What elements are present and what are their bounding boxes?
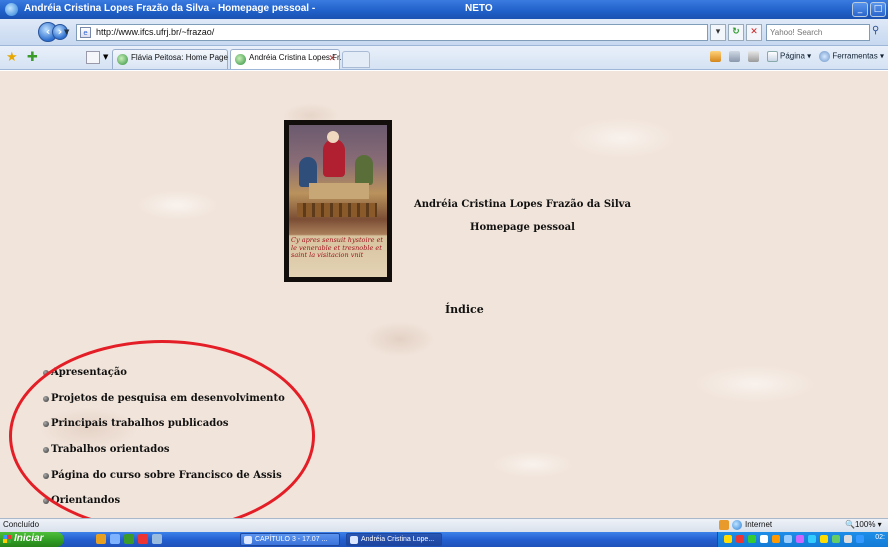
globe-icon — [732, 520, 742, 530]
tray-icon[interactable] — [772, 535, 780, 543]
zoom-level[interactable]: 🔍100% ▾ — [845, 520, 882, 529]
taskbar-item-browser[interactable]: Andréia Cristina Lope... — [346, 533, 442, 546]
ie-logo-icon — [5, 3, 18, 16]
page-menu[interactable]: Página ▾ — [766, 51, 811, 62]
page-owner-name: Andréia Cristina Lopes Frazão da Silva — [414, 199, 631, 210]
tray-icon[interactable] — [844, 535, 852, 543]
window-title-bar: Andréia Cristina Lopes Frazão da Silva -… — [0, 0, 888, 19]
close-tab-icon[interactable]: ✕ — [328, 53, 336, 64]
favorites-star-icon[interactable]: ★ — [6, 50, 18, 65]
tray-icon[interactable] — [796, 535, 804, 543]
tab-label: Flávia Peitosa: Home Page P... — [131, 53, 242, 62]
address-dropdown-icon[interactable]: ▾ — [710, 24, 726, 41]
tray-icon[interactable] — [832, 535, 840, 543]
status-text: Concluído — [3, 520, 40, 529]
window-title-suffix: NETO — [465, 3, 493, 14]
figure-shape — [355, 155, 373, 185]
window-title: Andréia Cristina Lopes Frazão da Silva -… — [24, 3, 316, 14]
search-input[interactable] — [767, 25, 869, 40]
tray-icon[interactable] — [784, 535, 792, 543]
tools-menu-label: Ferramentas — [832, 51, 878, 61]
index-heading: Índice — [445, 303, 484, 316]
print-icon[interactable] — [747, 51, 759, 62]
books-shape — [297, 203, 377, 217]
minimize-button[interactable]: _ — [852, 2, 868, 17]
tab-list-dropdown-icon[interactable]: ▼ — [103, 53, 108, 61]
menu-link-trabalhos-orientados[interactable]: Trabalhos orientados — [43, 444, 170, 455]
figure-head — [327, 131, 339, 143]
zone-label: Internet — [745, 520, 773, 530]
tools-gear-icon — [819, 51, 831, 62]
tray-icon[interactable] — [856, 535, 864, 543]
command-bar: Página ▾ Ferramentas ▾ — [709, 51, 884, 62]
url-text[interactable]: http://www.ifcs.ufrj.br/~frazao/ — [96, 27, 214, 37]
page-menu-icon — [766, 51, 778, 62]
tab-andreia[interactable]: Andréia Cristina Lopes Fr... ✕ — [230, 49, 346, 69]
refresh-icon[interactable]: ↻ — [728, 24, 744, 41]
add-favorite-icon[interactable]: ✚ — [27, 50, 38, 65]
page-subtitle: Homepage pessoal — [470, 222, 575, 233]
tray-icon[interactable] — [724, 535, 732, 543]
figure-shape — [323, 139, 345, 177]
quick-tabs-icon[interactable] — [86, 51, 100, 64]
quicklaunch-icon[interactable] — [96, 534, 106, 544]
security-zone[interactable]: Internet — [732, 520, 772, 530]
page-menu-label: Página — [779, 51, 805, 61]
quicklaunch-icon[interactable] — [110, 534, 120, 544]
ie-page-icon — [235, 54, 246, 65]
address-toolbar: ‹ › ▼ e http://www.ifcs.ufrj.br/~frazao/… — [0, 19, 888, 46]
window-controls: _ □ — [852, 2, 886, 17]
tray-icon[interactable] — [736, 535, 744, 543]
tools-menu[interactable]: Ferramentas ▾ — [819, 51, 884, 62]
ie-page-icon — [117, 54, 128, 65]
search-box[interactable] — [766, 24, 870, 41]
protected-mode-icon[interactable] — [719, 520, 729, 530]
tray-icon[interactable] — [820, 535, 828, 543]
menu-link-orientandos[interactable]: Orientandos — [43, 495, 120, 506]
tab-bar: ★ ✚ ▼ Flávia Peitosa: Home Page P... And… — [0, 46, 888, 70]
quicklaunch-icon[interactable] — [138, 534, 148, 544]
maximize-button[interactable]: □ — [870, 2, 886, 17]
menu-link-apresentacao[interactable]: Apresentação — [43, 367, 127, 378]
system-tray: 02: — [717, 532, 888, 547]
address-buttons: ▾ ↻ ✕ — [710, 24, 762, 41]
address-bar[interactable]: e http://www.ifcs.ufrj.br/~frazao/ — [76, 24, 708, 41]
menu-link-projetos[interactable]: Projetos de pesquisa em desenvolvimento — [43, 393, 285, 404]
zoom-label: 100% — [854, 520, 876, 529]
page-icon: e — [80, 27, 91, 38]
windows-taskbar: Iniciar CAPÍTULO 3 - 17.07 ... Andréia C… — [0, 532, 888, 547]
tray-icon[interactable] — [748, 535, 756, 543]
tray-icon[interactable] — [808, 535, 816, 543]
page-content: Cy apres sensuit hystoire et le venerabl… — [0, 71, 888, 518]
taskbar-item-word[interactable]: CAPÍTULO 3 - 17.07 ... — [240, 533, 340, 546]
quicklaunch-icon[interactable] — [124, 534, 134, 544]
illustration-caption: Cy apres sensuit hystoire et le venerabl… — [291, 236, 384, 259]
medieval-illustration: Cy apres sensuit hystoire et le venerabl… — [284, 120, 392, 282]
illustration-art: Cy apres sensuit hystoire et le venerabl… — [289, 125, 387, 277]
home-icon[interactable] — [709, 51, 721, 62]
tray-icon[interactable] — [760, 535, 768, 543]
stop-icon[interactable]: ✕ — [746, 24, 762, 41]
start-button[interactable]: Iniciar — [0, 532, 64, 547]
search-icon[interactable]: ⚲ — [872, 25, 879, 36]
menu-link-trabalhos-publicados[interactable]: Principais trabalhos publicados — [43, 418, 229, 429]
feeds-icon[interactable] — [728, 51, 740, 62]
quicklaunch-icon[interactable] — [152, 534, 162, 544]
new-tab-button[interactable] — [342, 51, 370, 68]
tab-flavia[interactable]: Flávia Peitosa: Home Page P... — [112, 49, 241, 69]
clock[interactable]: 02: — [875, 534, 885, 541]
menu-link-curso-francisco[interactable]: Página do curso sobre Francisco de Assis — [43, 470, 282, 481]
history-dropdown-icon[interactable]: ▼ — [64, 28, 69, 36]
desk-shape — [309, 183, 369, 199]
status-bar: Concluído Internet 🔍100% ▾ — [0, 518, 888, 532]
